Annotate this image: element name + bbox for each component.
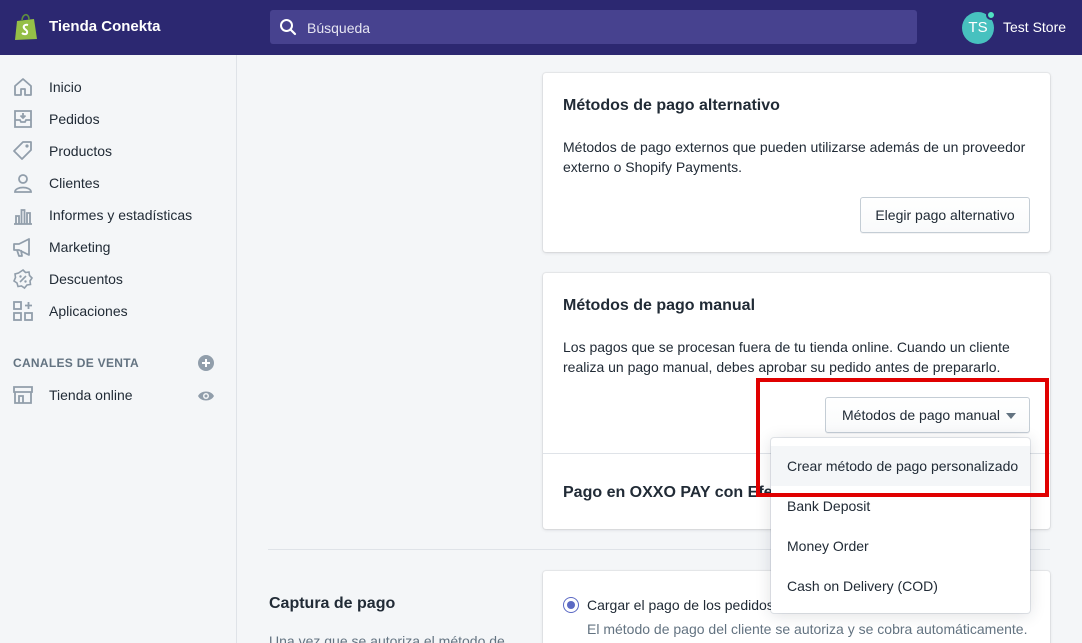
dropdown-item-cod[interactable]: Cash on Delivery (COD) [771,566,1030,606]
sidebar-item-label: Inicio [49,79,82,95]
eye-icon[interactable] [197,387,215,405]
shopify-logo-icon[interactable] [13,13,39,41]
choose-alternative-payment-button[interactable]: Elegir pago alternativo [860,197,1030,233]
sidebar-item-informes[interactable]: Informes y estadísticas [0,199,236,231]
sidebar-item-inicio[interactable]: Inicio [0,71,236,103]
card-title: Métodos de pago manual [563,297,756,314]
card-description-line1: Métodos de pago externos que pueden util… [563,139,1026,155]
card-description-line2: externo o Shopify Payments. [563,159,742,175]
tag-icon [13,141,32,160]
card-description-line1: Los pagos que se procesan fuera de tu ti… [563,339,1010,355]
sidebar-item-label: Clientes [49,175,100,191]
auto-capture-help-text: El método de pago del cliente se autoriz… [587,621,1028,637]
dropdown-item-label: Bank Deposit [787,498,871,514]
store-name[interactable]: Tienda Conekta [49,18,160,35]
sidebar-item-pedidos[interactable]: Pedidos [0,103,236,135]
sidebar-item-label: Productos [49,143,113,159]
dropdown-item-label: Cash on Delivery (COD) [787,578,938,594]
customer-icon [14,174,32,193]
sidebar-item-descuentos[interactable]: Descuentos [0,263,236,295]
sidebar-item-label: Aplicaciones [49,303,128,319]
sidebar-item-aplicaciones[interactable]: Aplicaciones [0,295,236,327]
home-icon [14,78,32,96]
sidebar-item-clientes[interactable]: Clientes [0,167,236,199]
highlight-annotation-box [756,378,1049,497]
sidebar-item-label: Informes y estadísticas [49,207,193,223]
search-bar[interactable]: Búsqueda [270,10,917,44]
card-title: Métodos de pago alternativo [563,97,780,114]
store-icon [13,386,33,404]
sidebar-item-label: Pedidos [49,111,100,127]
auto-capture-radio[interactable] [563,597,579,613]
megaphone-icon [13,238,30,257]
search-input[interactable]: Búsqueda [307,20,370,36]
discount-icon [13,268,34,290]
sidebar-item-label: Tienda online [49,387,133,403]
payment-capture-title: Captura de pago [269,595,396,612]
alternative-payments-card: Métodos de pago alternativo Métodos de p… [543,73,1050,252]
dropdown-item-label: Money Order [787,538,869,554]
dropdown-item-money-order[interactable]: Money Order [771,526,1030,566]
apps-icon [13,301,33,321]
sidebar-item-label: Marketing [49,239,111,255]
search-icon [280,19,297,36]
add-circle-icon[interactable] [197,354,215,372]
notification-dot [986,10,996,20]
payment-capture-description: Una vez que se autoriza el método de [269,633,505,643]
analytics-icon [14,209,32,225]
top-bar: Tienda Conekta Búsqueda TS Test Store [0,0,1082,55]
sidebar-item-label: Descuentos [49,271,123,287]
sidebar-item-productos[interactable]: Productos [0,135,236,167]
auto-capture-label[interactable]: Cargar el pago de los pedidos [587,597,774,613]
card-description-line2: realiza un pago manual, debes aprobar su… [563,359,1001,375]
sidebar: Inicio Pedidos Productos Clientes Inform… [0,55,237,643]
sidebar-item-marketing[interactable]: Marketing [0,231,236,263]
user-name[interactable]: Test Store [1003,19,1066,35]
sales-channels-heading: CANALES DE VENTA [13,356,139,370]
oxxo-payment-title: Pago en OXXO PAY con Efect [563,484,787,501]
orders-icon [14,110,32,128]
